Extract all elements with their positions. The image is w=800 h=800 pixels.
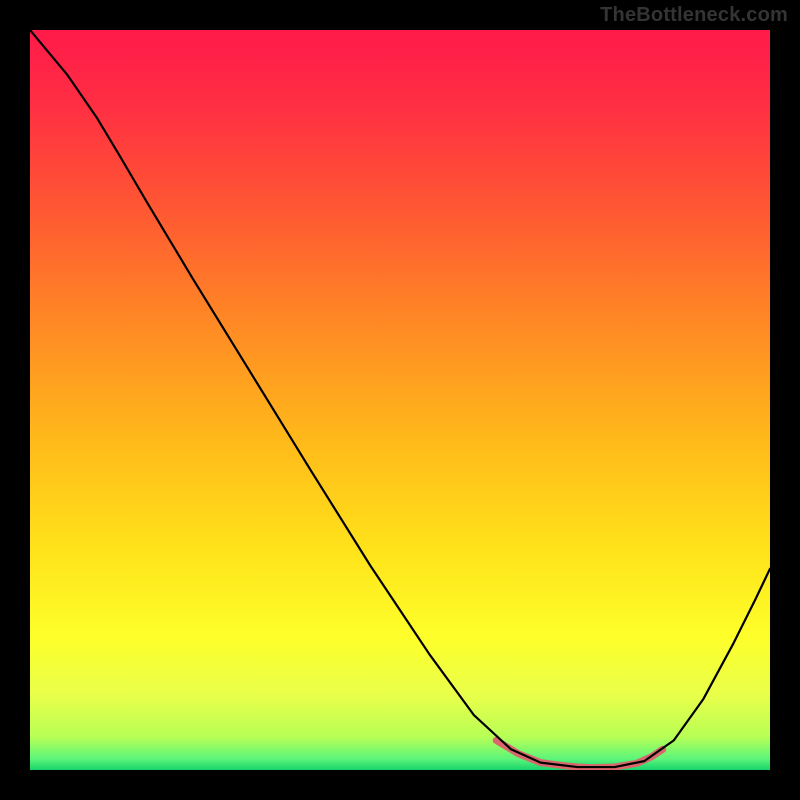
- chart-svg: [30, 30, 770, 770]
- chart-frame: TheBottleneck.com: [0, 0, 800, 800]
- gradient-background: [30, 30, 770, 770]
- watermark-text: TheBottleneck.com: [600, 4, 788, 27]
- plot-area: [30, 30, 770, 770]
